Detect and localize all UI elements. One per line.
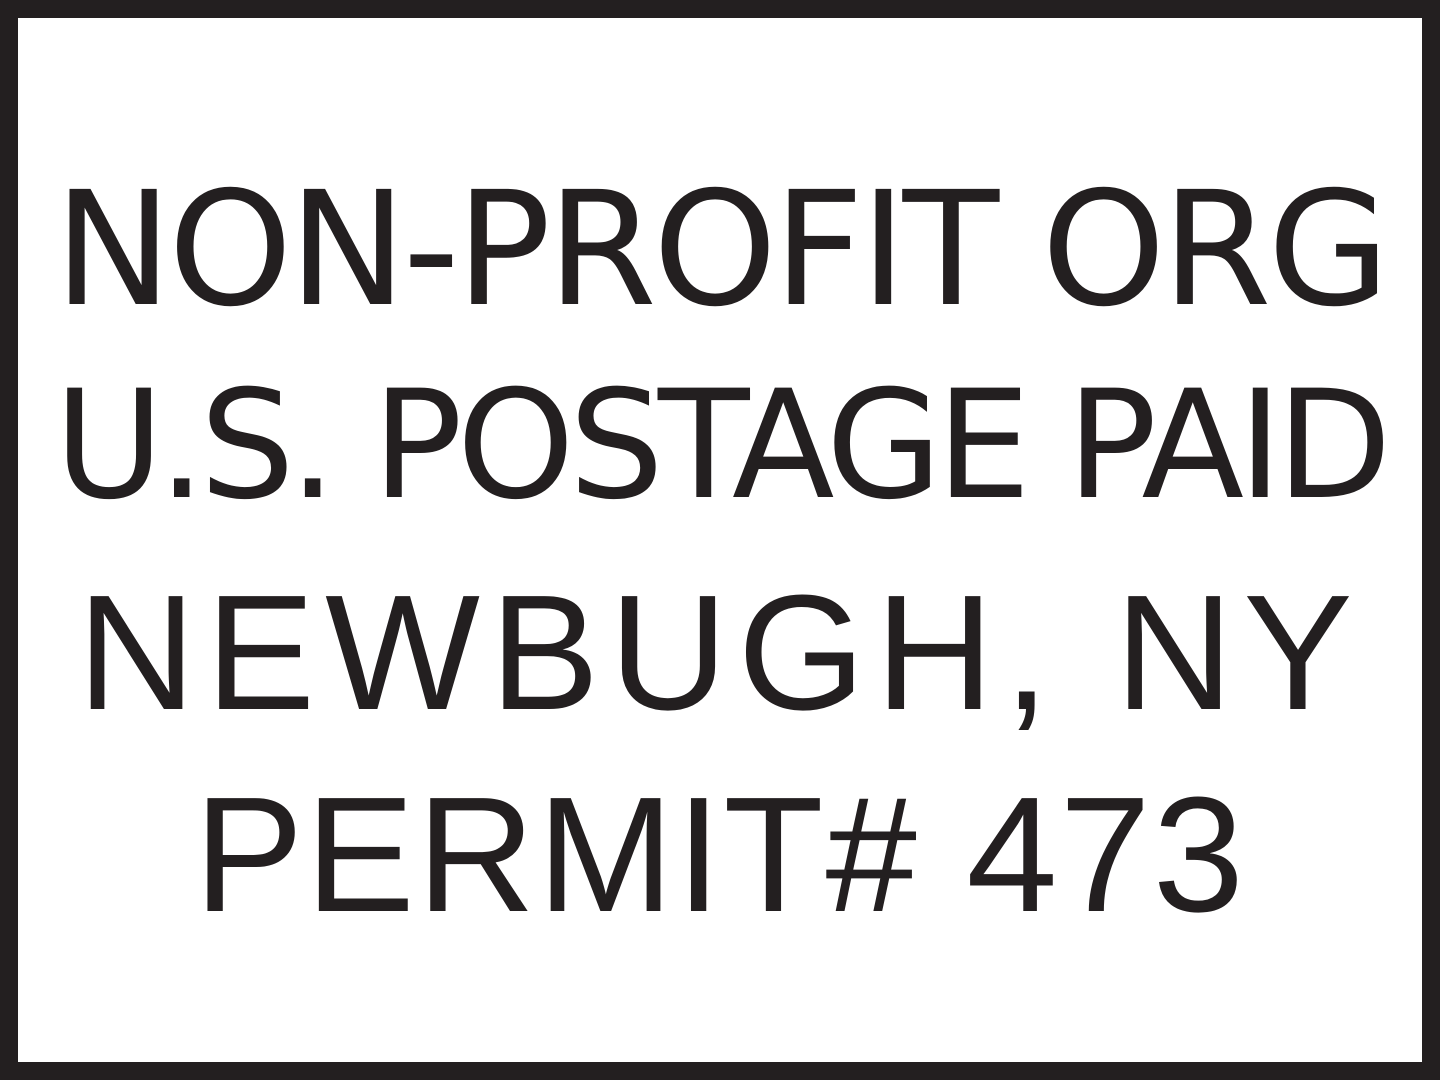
indicia-city-state: NEWBUGH, NY — [77, 561, 1363, 744]
indicia-org-type: NON-PROFIT ORG — [54, 158, 1390, 342]
postage-indicia-box: NON-PROFIT ORG U.S. POSTAGE PAID NEWBUGH… — [0, 0, 1440, 1080]
indicia-postage-status: U.S. POSTAGE PAID — [54, 359, 1392, 533]
indicia-permit-number: PERMIT# 473 — [194, 763, 1246, 946]
